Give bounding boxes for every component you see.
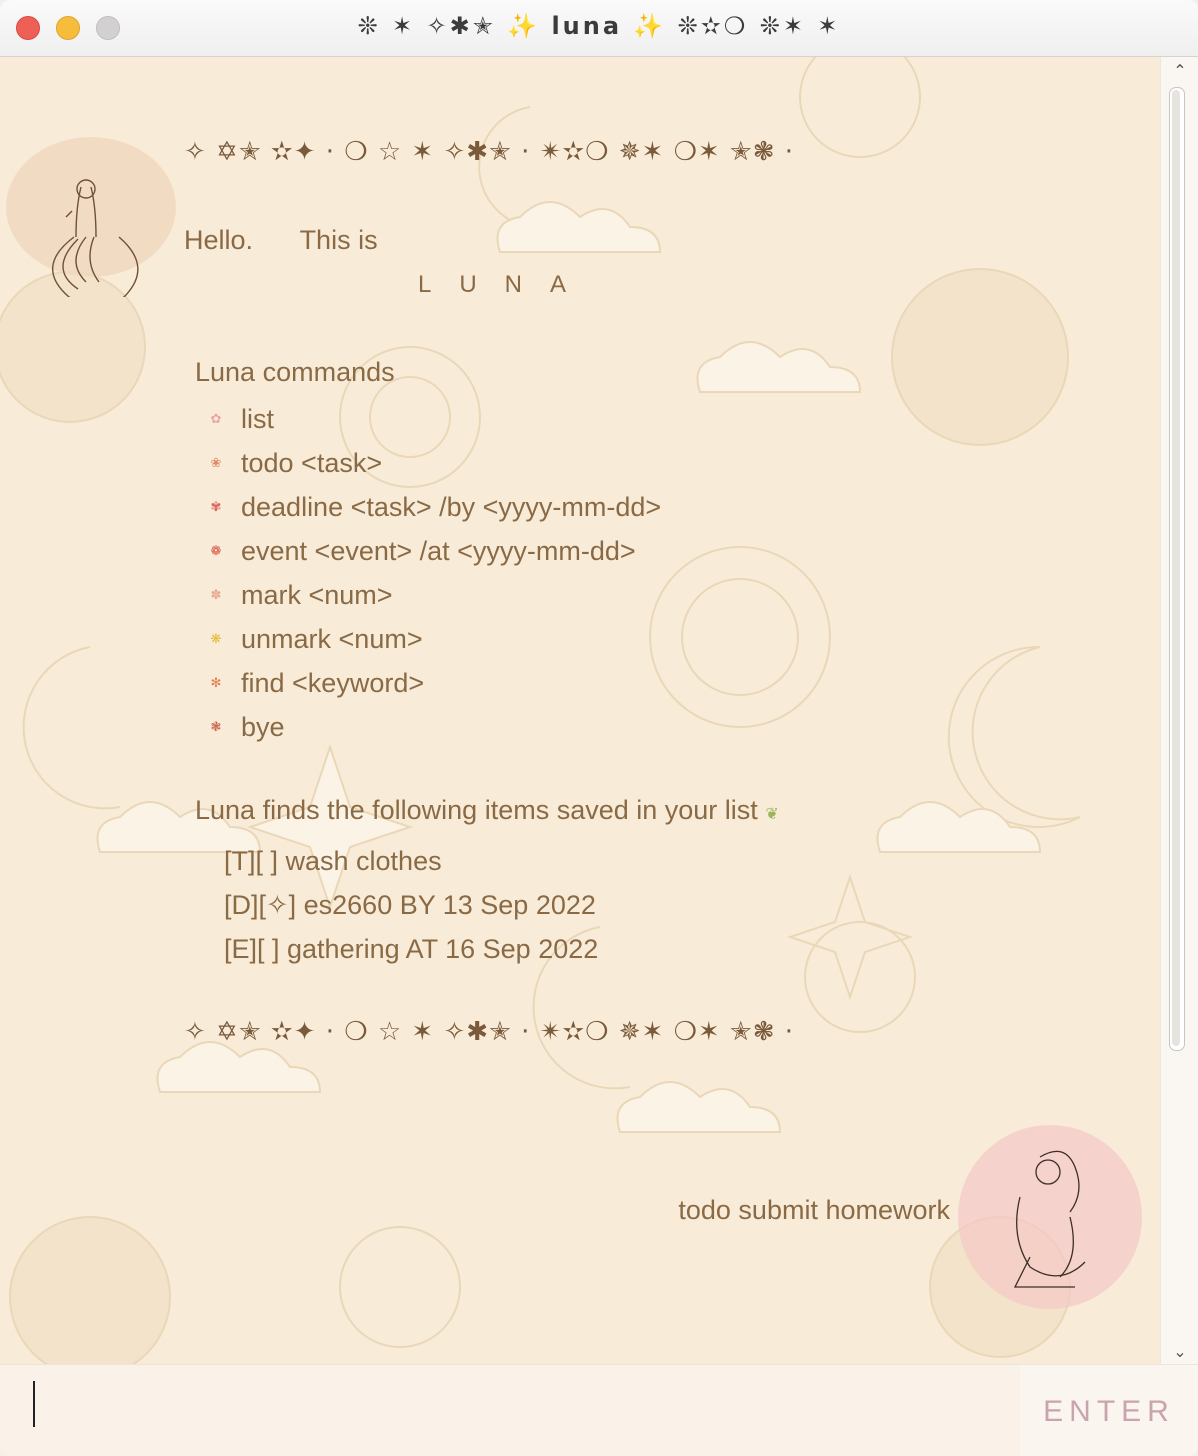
divider-top: ✧ ✡✭ ✫✦ · ❍ ☆ ✶ ✧✱✭ · ✴✫❍ ✵✶ ❍✶ ✭❃ · bbox=[184, 137, 795, 167]
list-item: ❁ event <event> /at <yyyy-mm-dd> bbox=[205, 529, 661, 573]
greeting-hello: Hello. bbox=[184, 225, 254, 255]
input-bar: ENTER bbox=[0, 1364, 1198, 1456]
flower-icon: ✿ bbox=[210, 411, 222, 426]
bouquet-icon: ✻ bbox=[210, 675, 222, 690]
chat-area: ✧ ✡✭ ✫✦ · ❍ ☆ ✶ ✧✱✭ · ✴✫❍ ✵✶ ❍✶ ✭❃ · Hel… bbox=[0, 57, 1160, 1364]
vertical-scrollbar[interactable]: ⌃ ⌄ bbox=[1160, 57, 1198, 1364]
user-message: todo submit homework bbox=[678, 1195, 950, 1225]
commands-list: ✿ list ❀ todo <task> ✾ deadline <task> /by … bbox=[205, 397, 662, 749]
find-results-heading: Luna finds the following items saved in … bbox=[195, 795, 779, 825]
chevron-up-icon[interactable]: ⌃ bbox=[1161, 61, 1198, 81]
commands-heading: Luna commands bbox=[195, 357, 395, 387]
luna-avatar bbox=[6, 137, 176, 297]
wilted-flower-icon: ❃ bbox=[210, 719, 222, 734]
divider-bottom: ✧ ✡✭ ✫✦ · ❍ ☆ ✶ ✧✱✭ · ✴✫❍ ✵✶ ❍✶ ✭❃ · bbox=[184, 1017, 795, 1047]
table-row: [D][✧] es2660 BY 13 Sep 2022 bbox=[224, 890, 596, 920]
list-item: ✾ deadline <task> /by <yyyy-mm-dd> bbox=[205, 485, 662, 529]
rose-icon: ✾ bbox=[210, 499, 222, 514]
list-item: ✻ find <keyword> bbox=[205, 661, 661, 705]
luna-title: LUNA bbox=[418, 271, 595, 298]
sunflower-icon: ❋ bbox=[210, 631, 222, 646]
list-item: ✽ mark <num> bbox=[205, 573, 661, 617]
list-item: ❃ bye bbox=[205, 705, 661, 749]
enter-button[interactable]: ENTER bbox=[1020, 1365, 1198, 1456]
leaf-icon: ❦ bbox=[765, 806, 779, 823]
text-caret bbox=[33, 1381, 35, 1427]
list-item: ✿ list bbox=[205, 397, 661, 441]
window-title: ❊ ✶ ✧✱✭ ✨ luna ✨ ❊✫❍ ❊✶ ✶ bbox=[357, 12, 841, 40]
list-item: ❋ unmark <num> bbox=[205, 617, 661, 661]
task-list: [T][ ] wash clothes [D][✧] es2660 BY 13 … bbox=[224, 839, 598, 971]
tulip-icon: ❀ bbox=[210, 455, 222, 470]
user-avatar bbox=[958, 1125, 1142, 1309]
title-bar: ❊ ✶ ✧✱✭ ✨ luna ✨ ❊✫❍ ❊✶ ✶ bbox=[0, 0, 1198, 57]
command-input[interactable] bbox=[0, 1365, 1020, 1456]
table-row: [T][ ] wash clothes bbox=[224, 846, 442, 876]
app-window: ❊ ✶ ✧✱✭ ✨ luna ✨ ❊✫❍ ❊✶ ✶ ✧ ✡✭ ✫✦ · ❍ ☆ … bbox=[0, 0, 1198, 1456]
lotus-icon: ✽ bbox=[210, 587, 222, 602]
list-item: ❀ todo <task> bbox=[205, 441, 661, 485]
scrollbar-thumb[interactable] bbox=[1172, 90, 1180, 1046]
table-row: [E][ ] gathering AT 16 Sep 2022 bbox=[224, 934, 599, 964]
greeting-this-is: This is bbox=[299, 225, 378, 255]
rose-icon: ❁ bbox=[210, 543, 222, 558]
chevron-down-icon[interactable]: ⌄ bbox=[1161, 1342, 1198, 1362]
scrollbar-track[interactable] bbox=[1169, 87, 1185, 1051]
greeting: Hello. This is bbox=[184, 225, 378, 256]
